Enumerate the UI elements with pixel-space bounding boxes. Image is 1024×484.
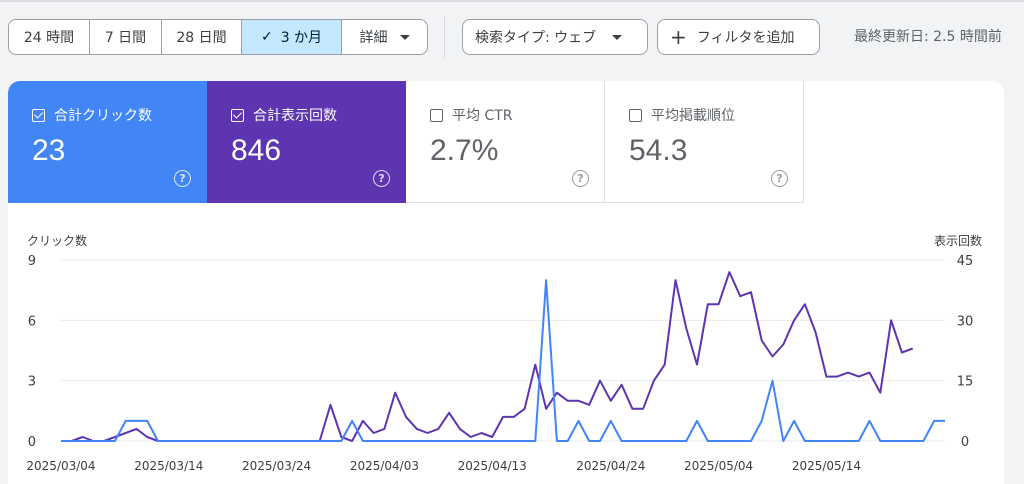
range-custom-button[interactable]: 詳細 — [342, 20, 427, 54]
add-filter-label: フィルタを追加 — [696, 30, 795, 46]
range-28d-button[interactable]: 28 日間 — [162, 20, 242, 54]
y-right-tick: 30 — [957, 314, 974, 329]
y-left-tick: 3 — [28, 375, 36, 390]
search-type-dropdown[interactable]: 検索タイプ: ウェブ — [462, 19, 648, 55]
range-24h-button[interactable]: 24 時間 — [9, 20, 90, 54]
date-range-selector: 24 時間 7 日間 28 日間 ✓ 3 か月 詳細 — [8, 19, 428, 55]
x-tick-label: 2025/03/24 — [242, 459, 311, 473]
x-tick-label: 2025/03/14 — [134, 459, 203, 473]
add-filter-button[interactable]: + フィルタを追加 — [657, 19, 820, 55]
top-divider — [0, 0, 1024, 2]
chart-lines — [61, 271, 945, 442]
x-tick-label: 2025/04/13 — [458, 459, 527, 473]
range-3m-label: 3 か月 — [280, 30, 323, 46]
y-left-tick: 9 — [28, 254, 36, 269]
y-left-tick: 0 — [28, 435, 36, 450]
x-tick-label: 2025/03/04 — [26, 459, 95, 473]
y-right-tick: 15 — [957, 375, 974, 390]
range-24h-label: 24 時間 — [23, 30, 75, 46]
range-7d-label: 7 日間 — [104, 30, 147, 46]
performance-card: 合計クリック数 23 ? 合計表示回数 846 ? 平均 CTR 2.7% ? … — [8, 81, 1004, 484]
chevron-down-icon — [399, 34, 410, 40]
x-tick-label: 2025/05/14 — [792, 459, 861, 473]
chevron-down-icon — [612, 34, 623, 40]
chart-grid — [61, 259, 945, 442]
range-7d-button[interactable]: 7 日間 — [90, 20, 162, 54]
range-custom-label: 詳細 — [359, 30, 388, 46]
plus-icon: + — [670, 25, 687, 49]
x-tick-label: 2025/04/24 — [576, 459, 645, 473]
range-28d-label: 28 日間 — [176, 30, 227, 46]
check-icon: ✓ — [260, 29, 273, 45]
performance-chart: 0 0 3 15 6 30 9 45 2025/03/04 2025/03/14 2025/03/2… — [26, 254, 974, 473]
y-left-tick: 6 — [28, 314, 36, 329]
search-type-label: 検索タイプ: ウェブ — [475, 30, 597, 46]
y-right-tick: 0 — [961, 435, 969, 450]
range-3m-button[interactable]: ✓ 3 か月 — [242, 20, 342, 54]
x-tick-label: 2025/04/03 — [350, 459, 419, 473]
last-updated-text: 最終更新日: 2.5 時間前 — [854, 29, 1002, 45]
x-tick-label: 2025/05/04 — [684, 459, 753, 473]
toolbar-divider — [444, 16, 445, 58]
y-right-tick: 45 — [957, 254, 974, 269]
impressions-series-line — [61, 271, 914, 442]
